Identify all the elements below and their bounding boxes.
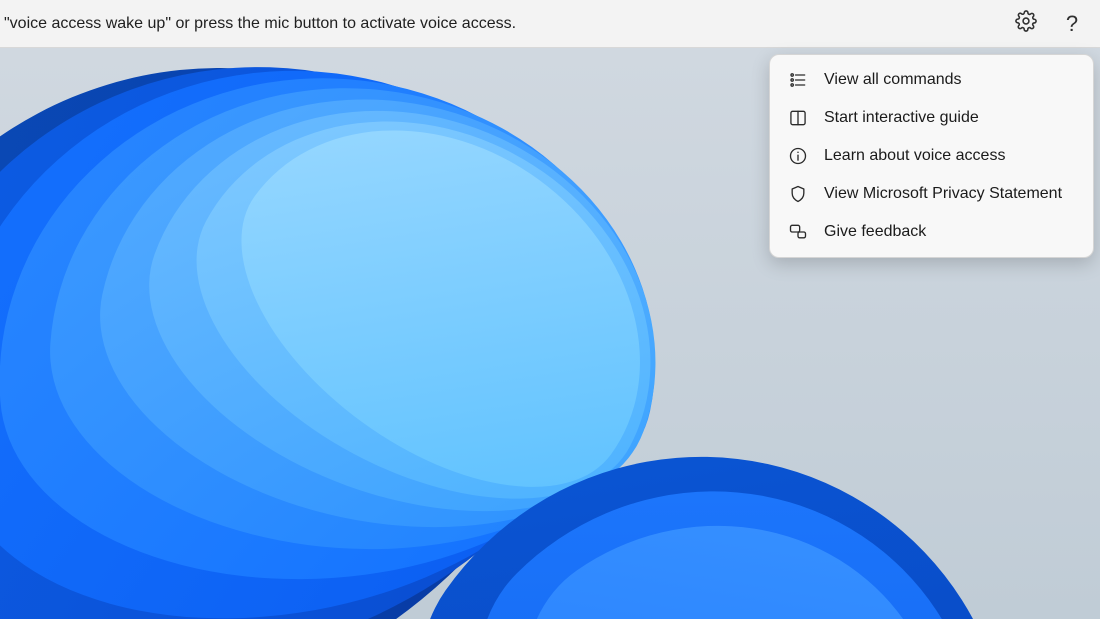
menu-item-give-feedback[interactable]: Give feedback xyxy=(770,213,1093,251)
shield-icon xyxy=(788,184,808,204)
menu-item-label: Learn about voice access xyxy=(824,147,1005,165)
info-icon xyxy=(788,146,808,166)
help-menu: View all commands Start interactive guid… xyxy=(769,54,1094,258)
list-settings-icon xyxy=(788,70,808,90)
help-icon: ? xyxy=(1066,11,1078,37)
menu-item-label: Start interactive guide xyxy=(824,109,979,127)
menu-item-view-privacy-statement[interactable]: View Microsoft Privacy Statement xyxy=(770,175,1093,213)
voice-access-bar-buttons: ? xyxy=(1006,4,1092,44)
help-button[interactable]: ? xyxy=(1052,4,1092,44)
wallpaper-flower-graphic xyxy=(0,48,880,619)
menu-item-learn-about-voice-access[interactable]: Learn about voice access xyxy=(770,137,1093,175)
voice-access-bar: "voice access wake up" or press the mic … xyxy=(0,0,1100,48)
book-icon xyxy=(788,108,808,128)
menu-item-label: Give feedback xyxy=(824,223,926,241)
menu-item-label: View all commands xyxy=(824,71,962,89)
menu-item-view-all-commands[interactable]: View all commands xyxy=(770,61,1093,99)
menu-item-label: View Microsoft Privacy Statement xyxy=(824,185,1062,203)
voice-access-status-text: "voice access wake up" or press the mic … xyxy=(4,15,1006,33)
gear-icon xyxy=(1015,10,1037,37)
menu-item-start-interactive-guide[interactable]: Start interactive guide xyxy=(770,99,1093,137)
settings-button[interactable] xyxy=(1006,4,1046,44)
feedback-icon xyxy=(788,222,808,242)
